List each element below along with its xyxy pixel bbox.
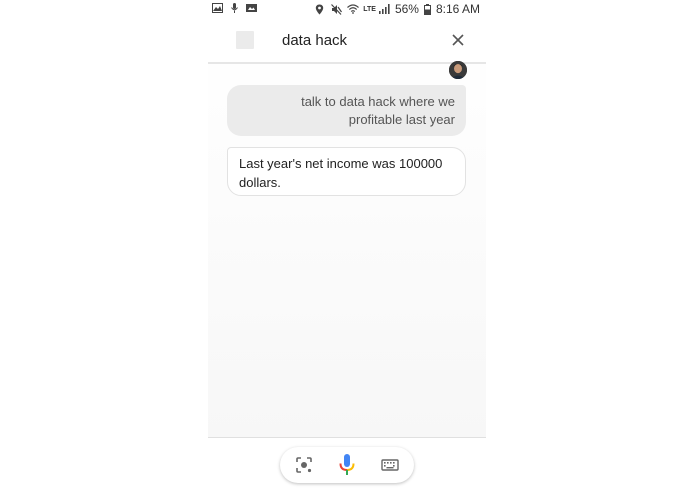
clock: 8:16 AM — [435, 2, 480, 16]
app-title: data hack — [282, 32, 348, 49]
status-right: LTE 56% 8:16 AM — [315, 2, 480, 16]
battery-icon — [423, 4, 431, 15]
microphone-button[interactable] — [337, 453, 357, 477]
close-icon — [452, 34, 464, 46]
user-avatar — [449, 61, 467, 79]
bottom-divider — [208, 437, 486, 438]
close-button[interactable] — [450, 32, 466, 48]
status-bar: LTE 56% 8:16 AM — [208, 0, 486, 18]
keyboard-button[interactable] — [380, 455, 400, 475]
lens-icon — [296, 457, 312, 473]
keyboard-icon — [381, 459, 399, 471]
mute-icon — [331, 4, 343, 15]
image-notification-icon — [246, 3, 257, 13]
signal-icon — [378, 4, 390, 14]
microphone-icon — [339, 454, 355, 475]
screen: LTE 56% 8:16 AM data hack talk to data h… — [0, 0, 695, 494]
location-icon — [315, 4, 326, 15]
wifi-icon — [347, 4, 360, 14]
user-message-bubble: talk to data hack where we profitable la… — [227, 85, 466, 136]
lens-button[interactable] — [294, 455, 314, 475]
lte-label: LTE — [363, 5, 376, 13]
app-logo-placeholder — [236, 31, 254, 49]
input-bar — [280, 447, 414, 483]
microphone-notification-icon — [229, 3, 240, 13]
battery-percentage: 56% — [394, 2, 419, 16]
assistant-response-bubble: Last year's net income was 100000 dollar… — [227, 147, 466, 196]
gallery-notification-icon — [212, 3, 223, 13]
status-left — [212, 3, 257, 13]
app-header: data hack — [208, 22, 486, 64]
assistant-panel: data hack talk to data hack where we pro… — [208, 22, 486, 438]
